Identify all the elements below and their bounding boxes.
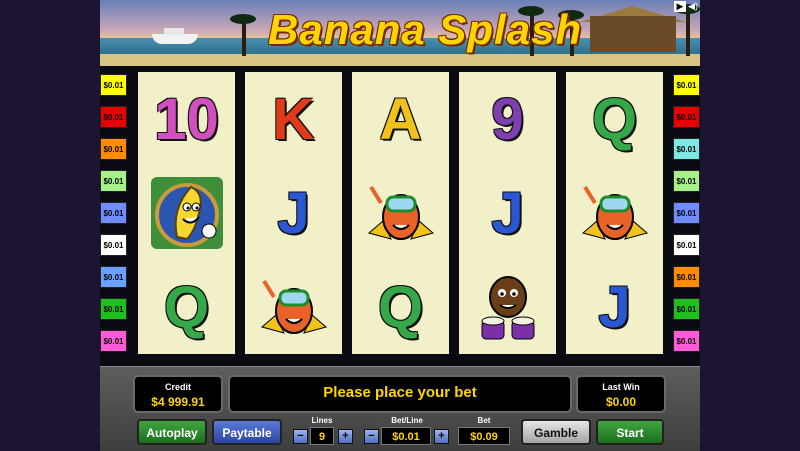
- bet-per-line-decrease-button[interactable]: −: [364, 429, 379, 444]
- credit-label: Credit: [164, 382, 191, 392]
- symbol-jack: J: [491, 180, 524, 246]
- reel-symbol: [138, 166, 235, 260]
- left-line-bet-badge: $0.01: [100, 234, 127, 256]
- lines-value: 9: [310, 427, 334, 445]
- right-line-bet-badge: $0.01: [673, 266, 700, 288]
- symbol-jack: J: [277, 180, 310, 246]
- right-line-bet-badge: $0.01: [673, 74, 700, 96]
- last-win-label: Last Win: [602, 382, 640, 392]
- sound-icon[interactable]: ◀): [687, 1, 699, 12]
- start-button[interactable]: Start: [596, 419, 664, 445]
- last-win-value: $0.00: [605, 395, 637, 409]
- reel-symbol: A: [352, 72, 449, 166]
- symbol-jack: J: [598, 274, 631, 340]
- reel-4: 9 J: [459, 72, 556, 354]
- credit-display: Credit $4 999.91: [133, 375, 223, 413]
- status-message: Please place your bet: [323, 384, 477, 401]
- lines-label: Lines: [311, 416, 333, 425]
- right-line-bet-badge: $0.01: [673, 202, 700, 224]
- left-line-bet-badge: $0.01: [100, 266, 127, 288]
- symbol-ace: A: [379, 86, 422, 152]
- symbol-ten: 10: [154, 86, 219, 152]
- bet-per-line-label: Bet/Line: [391, 416, 423, 425]
- left-line-bet-badge: $0.01: [100, 298, 127, 320]
- autoplay-button[interactable]: Autoplay: [137, 419, 207, 445]
- beach-hut-icon: [590, 16, 676, 52]
- mango-diver-character-icon: [367, 185, 434, 240]
- left-line-bet-badge: $0.01: [100, 138, 127, 160]
- lines-decrease-button[interactable]: −: [293, 429, 308, 444]
- reel-symbol: K: [245, 72, 342, 166]
- reel-symbol: [245, 260, 342, 354]
- reel-2: K J: [245, 72, 342, 354]
- bet-per-line-value: $0.01: [381, 427, 431, 445]
- message-display: Please place your bet: [228, 375, 572, 413]
- reel-symbol: J: [459, 166, 556, 260]
- right-side-background: [700, 0, 800, 450]
- left-line-bet-badge: $0.01: [100, 202, 127, 224]
- mango-diver-character-icon: [581, 185, 648, 240]
- control-panel: Credit $4 999.91 Please place your bet L…: [100, 366, 700, 451]
- reel-symbol: Q: [352, 260, 449, 354]
- symbol-queen: Q: [163, 274, 210, 340]
- reel-1: 10 Q: [138, 72, 235, 354]
- game-banner: Banana Splash: [100, 0, 700, 66]
- reel-3: A Q: [352, 72, 449, 354]
- reel-symbol: [566, 166, 663, 260]
- last-win-display: Last Win $0.00: [576, 375, 666, 413]
- bet-label: Bet: [477, 416, 491, 425]
- banner-sand: [100, 54, 700, 66]
- reel-symbol: Q: [566, 72, 663, 166]
- left-side-background: [0, 0, 100, 450]
- symbol-king: K: [272, 86, 315, 152]
- bet-per-line-increase-button[interactable]: +: [434, 429, 449, 444]
- left-line-bet-badge: $0.01: [100, 106, 127, 128]
- reel-symbol: Q: [138, 260, 235, 354]
- paytable-button[interactable]: Paytable: [212, 419, 282, 445]
- right-line-bet-badge: $0.01: [673, 234, 700, 256]
- reel-symbol: 10: [138, 72, 235, 166]
- palm-frond: [230, 14, 256, 24]
- symbol-nine: 9: [491, 86, 524, 152]
- banana-character-icon: [150, 177, 223, 249]
- lines-increase-button[interactable]: +: [338, 429, 353, 444]
- palm-tree-icon: [686, 8, 690, 56]
- left-line-bet-badge: $0.01: [100, 330, 127, 352]
- left-line-bet-badge: $0.01: [100, 74, 127, 96]
- reel-symbol: [459, 260, 556, 354]
- left-line-bet-badge: $0.01: [100, 170, 127, 192]
- bet-value: $0.09: [458, 427, 510, 445]
- play-icon[interactable]: ▶: [674, 1, 686, 12]
- reel-symbol: J: [245, 166, 342, 260]
- coconut-drummer-character-icon: [481, 276, 534, 340]
- right-line-bet-badge: $0.01: [673, 106, 700, 128]
- reel-symbol: [352, 166, 449, 260]
- game-title: Banana Splash: [268, 6, 583, 53]
- right-line-bet-badge: $0.01: [673, 138, 700, 160]
- right-line-bet-badge: $0.01: [673, 170, 700, 192]
- symbol-queen: Q: [591, 86, 638, 152]
- reel-symbol: 9: [459, 72, 556, 166]
- right-line-bet-badge: $0.01: [673, 330, 700, 352]
- symbol-queen: Q: [377, 274, 424, 340]
- boat-icon: [152, 34, 198, 44]
- gamble-button[interactable]: Gamble: [521, 419, 591, 445]
- right-line-bet-badge: $0.01: [673, 298, 700, 320]
- reel-5: Q J: [566, 72, 663, 354]
- mango-diver-character-icon: [260, 279, 327, 334]
- credit-value: $4 999.91: [151, 395, 205, 409]
- reel-symbol: J: [566, 260, 663, 354]
- game-stage: Banana Splash ▶ ◀) $0.01 $0.01 $0.01 $0.01 $…: [0, 0, 800, 451]
- boat-cabin: [164, 28, 184, 35]
